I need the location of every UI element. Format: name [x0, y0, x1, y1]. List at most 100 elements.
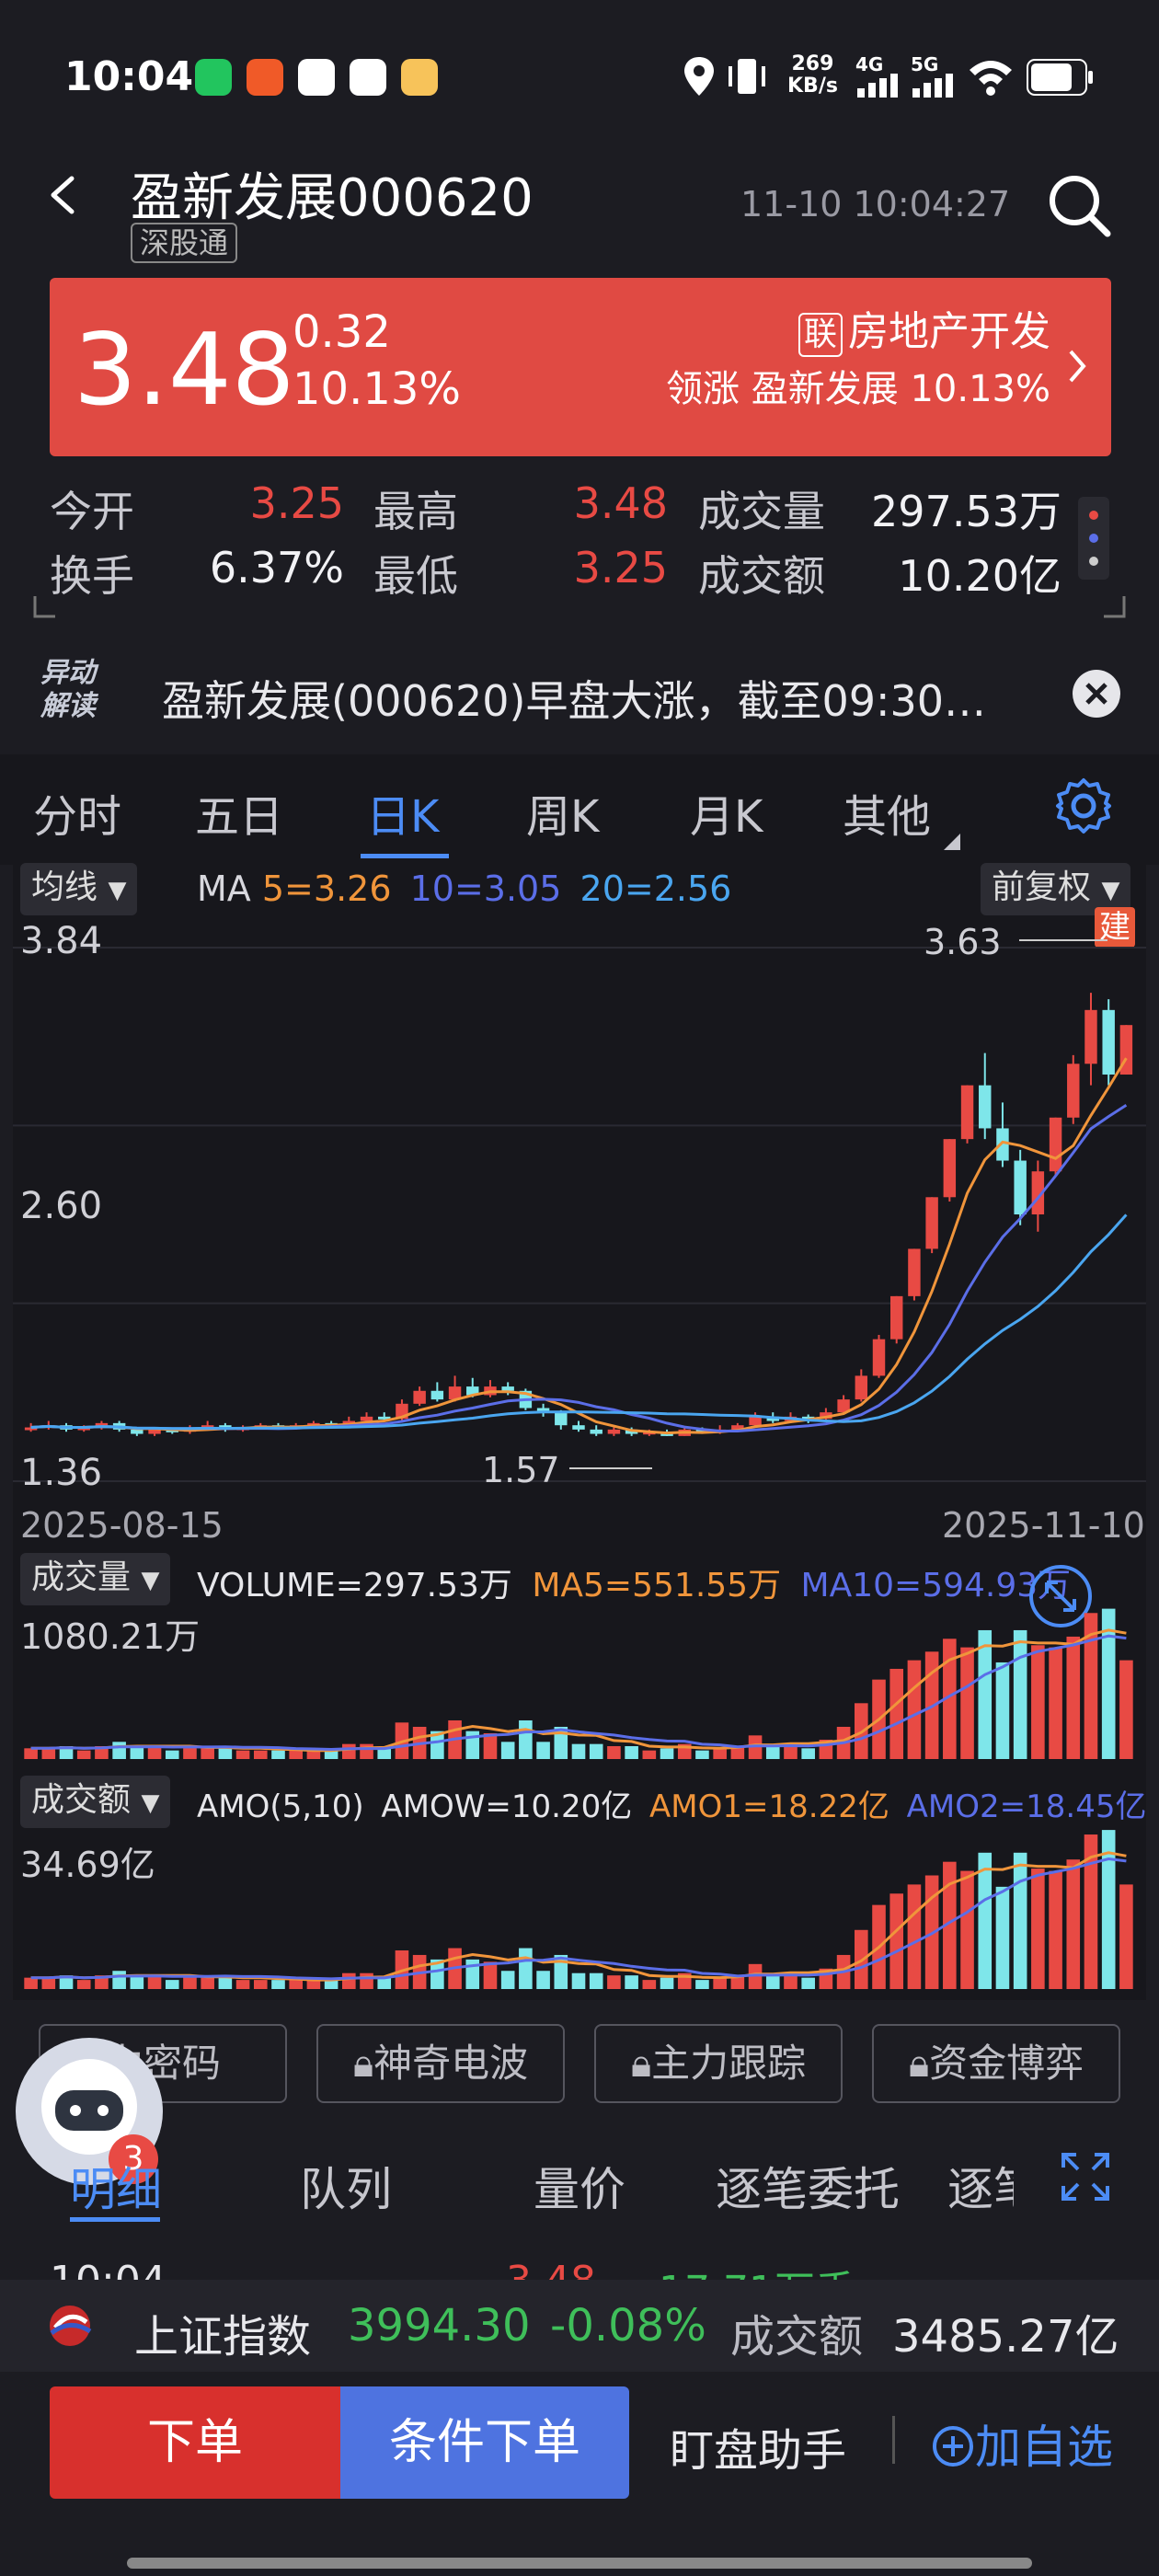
news-ticker[interactable]: 异动 解读 盈新发展(000620)早盘大涨，截至09:30… — [0, 644, 1159, 745]
page-title: 盈新发展000620 — [131, 168, 534, 228]
volume-bar — [201, 1977, 214, 1989]
candle-body — [749, 1416, 762, 1426]
candlestick-chart[interactable] — [13, 911, 1146, 1555]
tab-weekly-k[interactable]: 周K — [526, 780, 599, 845]
tab-trade-by-trade[interactable]: 逐笔 — [947, 2153, 1014, 2219]
amount-dropdown[interactable]: 成交额 ▼ — [20, 1776, 171, 1828]
index-value: 3994.30 — [348, 2300, 531, 2352]
monitor-assistant-button[interactable]: 盯盘助手 — [670, 2414, 846, 2478]
signal-5g-label: 5G — [911, 53, 939, 75]
amount-chart[interactable] — [13, 1822, 1146, 1996]
conditional-order-button[interactable]: 条件下单 — [340, 2386, 629, 2499]
volume-bar — [360, 1972, 373, 1989]
app-notification-icon — [298, 59, 335, 96]
tab-order-by-order[interactable]: 逐笔委托 — [716, 2153, 900, 2219]
volume-bar — [995, 1886, 1010, 1989]
volume-bar — [1066, 1859, 1081, 1989]
volume-chart[interactable] — [13, 1601, 1146, 1766]
volume-bar — [519, 1948, 533, 1989]
candle-body — [131, 1429, 143, 1434]
volume-dropdown[interactable]: 成交量 ▼ — [20, 1553, 171, 1605]
signal-4g-label: 4G — [855, 53, 884, 75]
expand-corners[interactable] — [33, 596, 1128, 627]
back-icon[interactable] — [44, 175, 85, 215]
volume-bar — [607, 1745, 621, 1759]
volume-bar — [625, 1745, 638, 1759]
close-icon[interactable] — [1071, 668, 1122, 719]
volume-bar — [165, 1750, 179, 1759]
volume-bar — [889, 1668, 904, 1759]
detail-row-partial: 10:04 3.48 17.71万手 — [0, 2225, 1159, 2280]
candle-body — [872, 1339, 886, 1376]
index-bar[interactable]: 上证指数 3994.30 -0.08% 成交额 3485.27亿 — [0, 2280, 1159, 2372]
index-name: 上证指数 — [134, 2311, 312, 2363]
candle-body — [996, 1128, 1009, 1161]
candle-body — [430, 1390, 444, 1400]
volume-bar — [625, 1975, 638, 1989]
tab-volume-price[interactable]: 量价 — [534, 2153, 625, 2219]
volume-bar — [483, 1732, 498, 1759]
leader-name: 盈新发展 — [751, 368, 899, 410]
quote-stats: 今开 3.25 最高 3.48 成交量 297.53万 换手 6.37% 最低 … — [50, 478, 1061, 607]
volume-bar — [41, 1977, 56, 1989]
volume-bar — [536, 1742, 550, 1759]
gear-icon[interactable] — [1054, 776, 1113, 835]
app-notification-icon — [401, 59, 438, 96]
feature-button[interactable]: 🔒︎神奇电波 — [316, 2024, 565, 2103]
tab-five-day[interactable]: 五日 — [195, 780, 283, 845]
tab-daily-k[interactable]: 日K — [366, 780, 439, 845]
volume-bar — [589, 1972, 603, 1989]
news-badge: 异动 解读 — [40, 657, 96, 722]
chevron-right-icon[interactable] — [1067, 348, 1089, 385]
order-button[interactable]: 下单 — [50, 2386, 340, 2499]
volume-bar — [483, 1961, 498, 1989]
volume-bar — [713, 1977, 727, 1989]
ma20-value: 20=2.56 — [580, 868, 732, 909]
volume-label: 成交量 — [698, 487, 825, 536]
ma20-line — [30, 1213, 1128, 1431]
fullscreen-icon[interactable] — [1061, 2153, 1109, 2201]
feature-button[interactable]: 🔒︎主力跟踪 — [594, 2024, 843, 2103]
sector-info[interactable]: 联房地产开发 领涨 盈新发展 10.13% — [666, 304, 1050, 418]
exchange-logo-icon — [50, 2306, 92, 2346]
tab-intraday[interactable]: 分时 — [33, 780, 121, 845]
volume-bar — [589, 1743, 603, 1759]
ma-dropdown[interactable]: 均线 ▼ — [20, 863, 138, 915]
search-icon[interactable] — [1045, 171, 1113, 239]
volume-bar — [1013, 1852, 1027, 1989]
high-annotation: 3.63 — [924, 922, 1002, 962]
candle-body — [501, 1386, 514, 1391]
wifi-icon — [970, 61, 1012, 96]
volume-bar — [1031, 1645, 1045, 1759]
volume-bar — [801, 1748, 815, 1759]
action-bar: 下单 条件下单 盯盘助手 加自选 — [0, 2374, 1159, 2502]
candle-body — [889, 1295, 903, 1340]
vibrate-icon — [729, 59, 765, 94]
tab-monthly-k[interactable]: 月K — [690, 780, 763, 845]
amount-label: 成交额 — [698, 551, 825, 601]
candle-body — [960, 1085, 974, 1140]
volume-bar — [1013, 1629, 1027, 1759]
price-change: 0.32 10.13% — [293, 304, 461, 418]
tab-queue[interactable]: 队列 — [300, 2153, 392, 2219]
leader-label: 领涨 — [666, 368, 740, 410]
volume-bar — [76, 1750, 91, 1759]
candle-body — [607, 1429, 621, 1434]
volume-bar — [360, 1743, 373, 1759]
volume-bar — [271, 1750, 285, 1759]
home-indicator — [127, 2558, 1032, 2569]
volume-bar — [342, 1743, 356, 1759]
more-dots-icon[interactable] — [1078, 497, 1109, 580]
news-text: 盈新发展(000620)早盘大涨，截至09:30… — [162, 676, 987, 726]
feature-button[interactable]: 🔒︎资金博弈 — [872, 2024, 1120, 2103]
candle-body — [943, 1139, 957, 1198]
candle-body — [555, 1412, 568, 1426]
candle-body — [572, 1425, 585, 1430]
volume-bar — [165, 1980, 179, 1989]
add-watchlist-button[interactable]: 加自选 — [931, 2410, 1113, 2477]
tab-detail[interactable]: 明细 — [70, 2153, 162, 2219]
sector-name: 房地产开发 — [848, 308, 1050, 355]
volume-bar — [500, 1971, 515, 1989]
tab-other[interactable]: 其他 — [843, 780, 931, 845]
candle-body — [1102, 1009, 1115, 1075]
